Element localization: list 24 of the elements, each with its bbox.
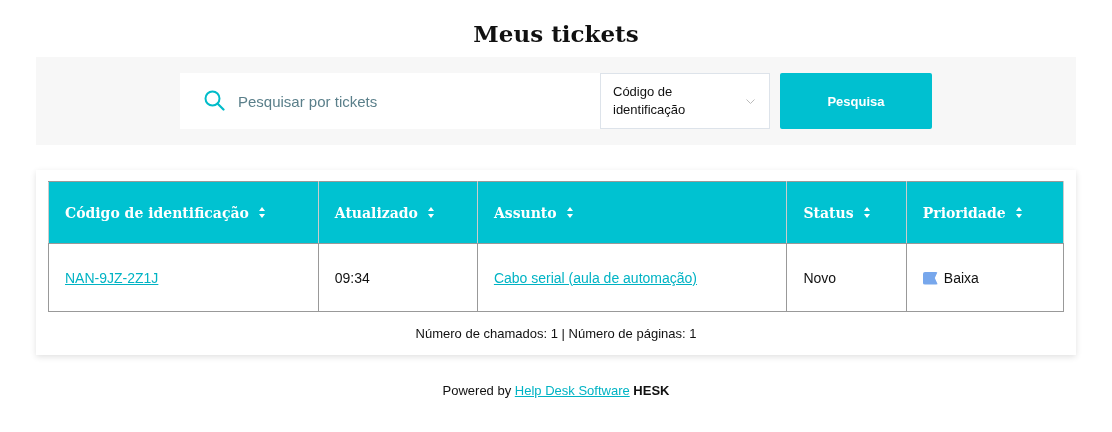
sort-icon [566,207,573,218]
column-header[interactable]: Assunto [477,181,787,244]
filter-dropdown[interactable]: Código de identificação [600,73,770,129]
ticket-link[interactable]: Cabo serial (aula de automação) [493,269,697,286]
footer-text: Powered by Help Desk Software HESK [442,383,670,398]
ticket-link[interactable]: NAN-9JZ-2Z1J [65,269,159,286]
summary-text: Número de chamados: 1 | Número de páginas: 1 [415,326,697,341]
sort-icon [863,207,870,218]
sort-icon [258,207,265,218]
page-title: Meus tickets [473,20,639,47]
search-icon [204,90,225,111]
search-button[interactable]: Pesquisa [780,73,932,129]
footer-link[interactable]: Help Desk Software [514,383,630,398]
search-field[interactable]: Pesquisar por tickets [180,73,600,129]
table-cell: 09:34 [318,243,478,312]
column-header[interactable]: Prioridade [906,181,1064,244]
column-header[interactable]: Status [786,181,907,244]
column-header[interactable]: Código de identificação [48,181,319,244]
chevron-icon [746,98,755,104]
table-cell: Novo [786,243,907,312]
priority-label: Baixa [943,269,979,286]
column-header[interactable]: Atualizado [318,181,478,244]
sort-icon [1015,207,1022,218]
sort-icon [427,207,434,218]
